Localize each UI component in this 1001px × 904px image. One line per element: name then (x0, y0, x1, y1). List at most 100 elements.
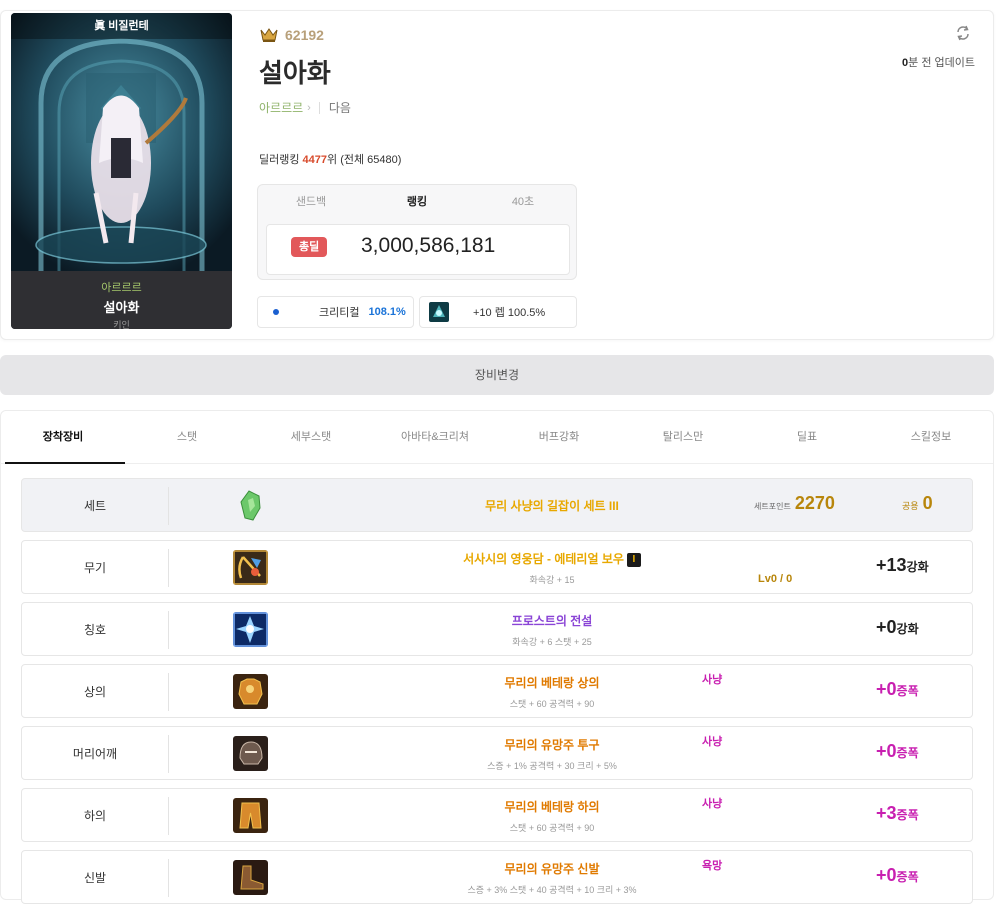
set-name: 무리 사냥의 길잡이 세트 III (485, 499, 619, 513)
option-tag: 사냥 (702, 798, 723, 810)
option-tag: 사냥 (702, 674, 723, 686)
common-point: 공용 0 (902, 493, 933, 514)
tab-stats[interactable]: 스탯 (125, 411, 249, 463)
equip-row-top[interactable]: 상의 무리의 베테랑 상의 스탯 + 60 공격력 + 90 사냥 +0증폭 (21, 664, 973, 718)
option-tag: 사냥 (702, 736, 723, 748)
extra-option-icon: I (626, 552, 641, 567)
ranking-number: 4477 (302, 154, 328, 166)
refresh-icon[interactable] (955, 25, 971, 41)
tab-equipped[interactable]: 장착장비 (1, 411, 125, 464)
equip-change-button[interactable]: 장비변경 (0, 355, 994, 395)
equip-row-title[interactable]: 칭호 프로스트의 전설 화속강 + 6 스탯 + 25 +0강화 (21, 602, 973, 656)
slot-label: 하의 (83, 808, 107, 823)
character-profile-card: 眞 비질런테 아르르르 설아화 키인 62192 설아화 아르르르 › 다음 딜… (0, 10, 994, 340)
set-emblem-icon (240, 490, 261, 521)
slot-divider (168, 611, 169, 649)
slot-divider (168, 673, 169, 711)
tab-sandbag[interactable]: 샌드백 (258, 185, 364, 219)
slot-label: 신발 (83, 870, 107, 885)
tab-avatar-creature[interactable]: 아바타&크리쳐 (373, 411, 497, 463)
portrait-job-name: 키인 (113, 320, 130, 329)
slot-divider (168, 735, 169, 773)
equipment-panel: 장착장비 스탯 세부스탯 아바타&크리쳐 버프강화 탈리스만 딜표 스킬정보 세… (0, 410, 994, 904)
total-damage-value: 3,000,586,181 (361, 234, 496, 257)
fame-value: 62192 (285, 27, 324, 43)
set-point-value: 2270 (794, 493, 835, 513)
slot-label: 세트 (83, 498, 107, 513)
slot-divider (168, 487, 169, 525)
amplify-number: +3 (876, 803, 897, 823)
tab-ranking[interactable]: 랭킹 (364, 185, 470, 219)
character-name: 설아화 (259, 58, 331, 88)
buff-value: +10 렙 100.5% (473, 307, 546, 319)
slot-divider (168, 859, 169, 897)
item-stat-text: 스증 + 1% 공격력 + 30 크리 + 5% (487, 761, 617, 771)
amplify-value: +0증폭 (876, 741, 919, 762)
tab-buff-enhance[interactable]: 버프강화 (497, 411, 621, 463)
item-level-tag: Lv0 / 0 (758, 573, 793, 585)
amplify-unit: 증폭 (896, 746, 919, 760)
amplify-value: +3증폭 (876, 803, 919, 824)
chevron-right-icon: › (307, 101, 311, 114)
item-info: 프로스트의 전설 화속강 + 6 스탯 + 25 (322, 612, 782, 648)
critical-chip: 크리티컬 108.1% (257, 296, 414, 328)
top-armor-icon (233, 674, 268, 709)
update-status: 0분 전 업데이트 (902, 54, 975, 70)
critical-label: 크리티컬 (319, 307, 360, 319)
fame-icon (260, 28, 278, 42)
buff-chip: +10 렙 100.5% (419, 296, 577, 328)
portrait-character-name: 설아화 (103, 300, 140, 315)
fame-display: 62192 (259, 27, 324, 43)
damage-rank-box: 샌드백 랭킹 40초 총딜 3,000,586,181 (257, 184, 577, 280)
enhance-value: +13강화 (876, 555, 929, 576)
set-row[interactable]: 세트 무리 사냥의 길잡이 세트 III 세트포인트 2270 공용 0 (21, 478, 973, 532)
next-link[interactable]: 다음 (329, 99, 351, 116)
item-stat-text: 화속강 + 15 (529, 575, 575, 585)
title-badge-icon (233, 612, 268, 647)
ranking-suffix: 위 (전체 65480) (327, 154, 402, 166)
equip-row-bottom[interactable]: 하의 무리의 베테랑 하의 스탯 + 60 공격력 + 90 사냥 +3증폭 (21, 788, 973, 842)
pants-icon (233, 798, 268, 833)
enhance-number: +13 (876, 555, 907, 575)
tab-talisman[interactable]: 탈리스만 (621, 411, 745, 463)
portrait-nameplate: 아르르르 설아화 키인 (11, 271, 232, 329)
character-portrait[interactable]: 眞 비질런테 아르르르 설아화 키인 (11, 13, 232, 329)
critical-dot-icon (273, 309, 279, 315)
item-stat-text: 스탯 + 60 공격력 + 90 (509, 699, 595, 709)
item-name-text: 서사시의 영웅담 - 에테리얼 보우 (463, 552, 624, 566)
item-stat-text: 화속강 + 6 스탯 + 25 (512, 637, 592, 647)
option-tag: 욕망 (702, 860, 723, 872)
character-art (11, 13, 232, 271)
slot-label: 칭호 (83, 622, 107, 637)
tab-detail-stats[interactable]: 세부스탯 (249, 411, 373, 463)
amplify-number: +0 (876, 865, 897, 885)
update-label: 분 전 업데이트 (908, 57, 975, 69)
slot-label: 머리어깨 (72, 746, 118, 761)
total-damage-badge: 총딜 (291, 237, 328, 257)
amplify-value: +0증폭 (876, 865, 919, 886)
equip-row-shoulder[interactable]: 머리어깨 무리의 유망주 투구 스증 + 1% 공격력 + 30 크리 + 5%… (21, 726, 973, 780)
server-banner: 眞 비질런테 (11, 13, 232, 39)
common-value: 0 (922, 493, 933, 513)
item-info: 서사시의 영웅담 - 에테리얼 보우 I 화속강 + 15 (322, 550, 782, 586)
shoes-icon (233, 860, 268, 895)
amplify-unit: 증폭 (896, 684, 919, 698)
enhance-number: +0 (876, 617, 897, 637)
amplify-unit: 증폭 (896, 870, 919, 884)
enhance-unit: 강화 (906, 560, 929, 574)
equip-row-weapon[interactable]: 무기 서사시의 영웅담 - 에테리얼 보우 I 화속강 + 15 Lv0 / 0 … (21, 540, 973, 594)
ranking-prefix: 딜러랭킹 (259, 154, 303, 166)
common-label: 공용 (902, 501, 919, 511)
set-point-label: 세트포인트 (754, 502, 791, 511)
tab-40sec[interactable]: 40초 (470, 185, 576, 219)
tab-damage-table[interactable]: 딜표 (745, 411, 869, 463)
slot-divider (168, 797, 169, 835)
portrait-adventure-name: 아르르르 (101, 282, 142, 294)
slot-label: 상의 (83, 684, 107, 699)
equip-row-shoes[interactable]: 신발 무리의 유망주 신발 스증 + 3% 스탯 + 40 공격력 + 10 크… (21, 850, 973, 904)
item-name: 프로스트의 전설 (511, 614, 593, 628)
enhance-value: +0강화 (876, 617, 919, 638)
adventure-link[interactable]: 아르르르 (259, 99, 303, 116)
item-stat-text: 스탯 + 60 공격력 + 90 (509, 823, 595, 833)
tab-skill-info[interactable]: 스킬정보 (869, 411, 993, 463)
